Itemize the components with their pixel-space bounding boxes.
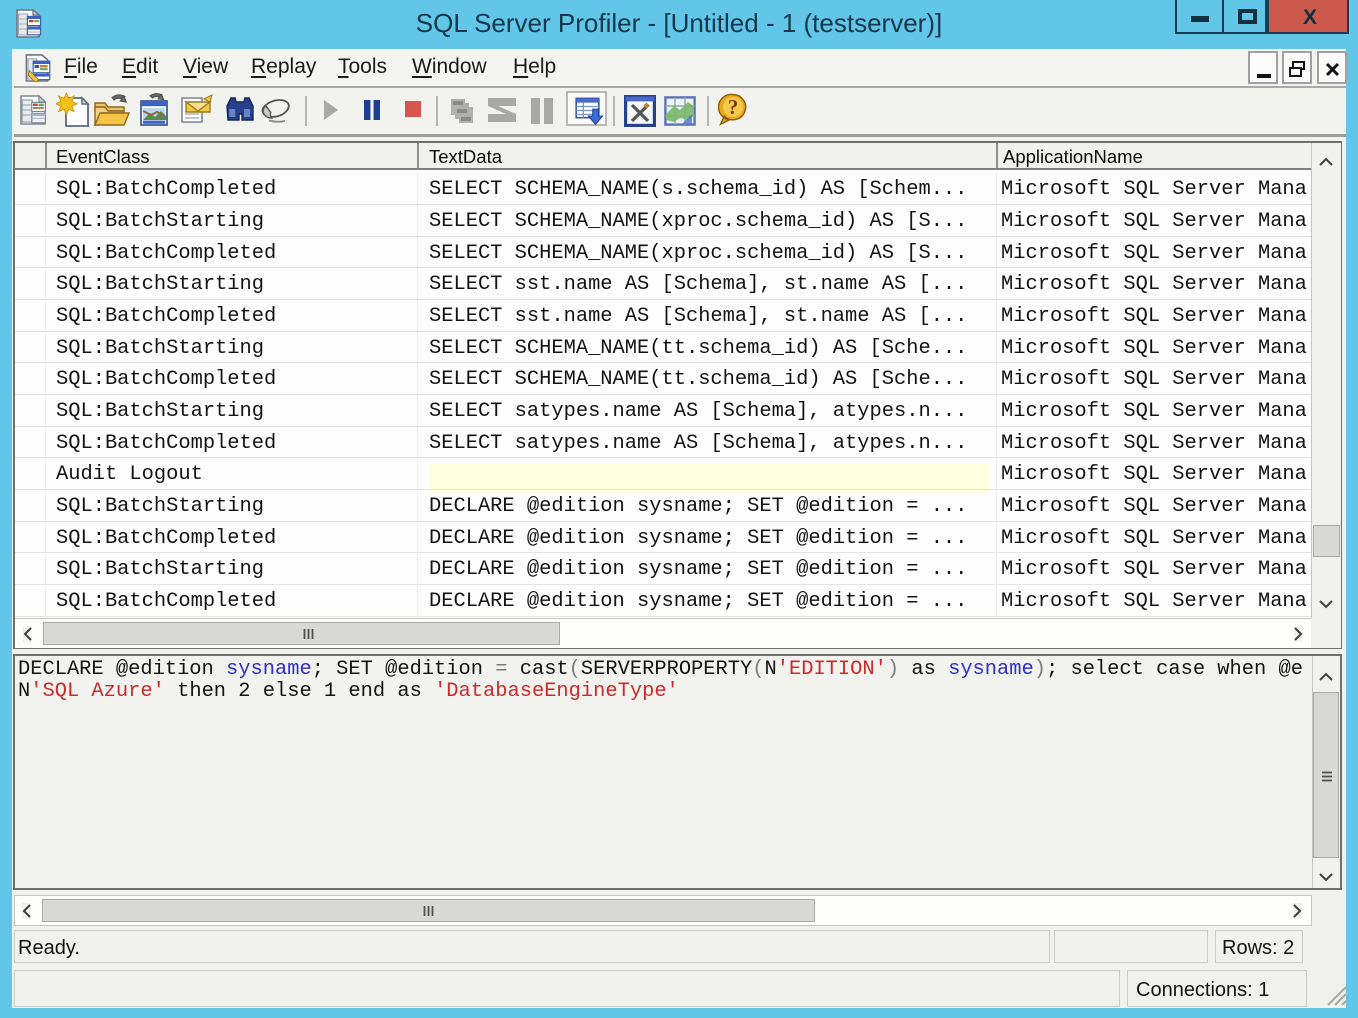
svg-text:?: ? <box>728 95 739 119</box>
